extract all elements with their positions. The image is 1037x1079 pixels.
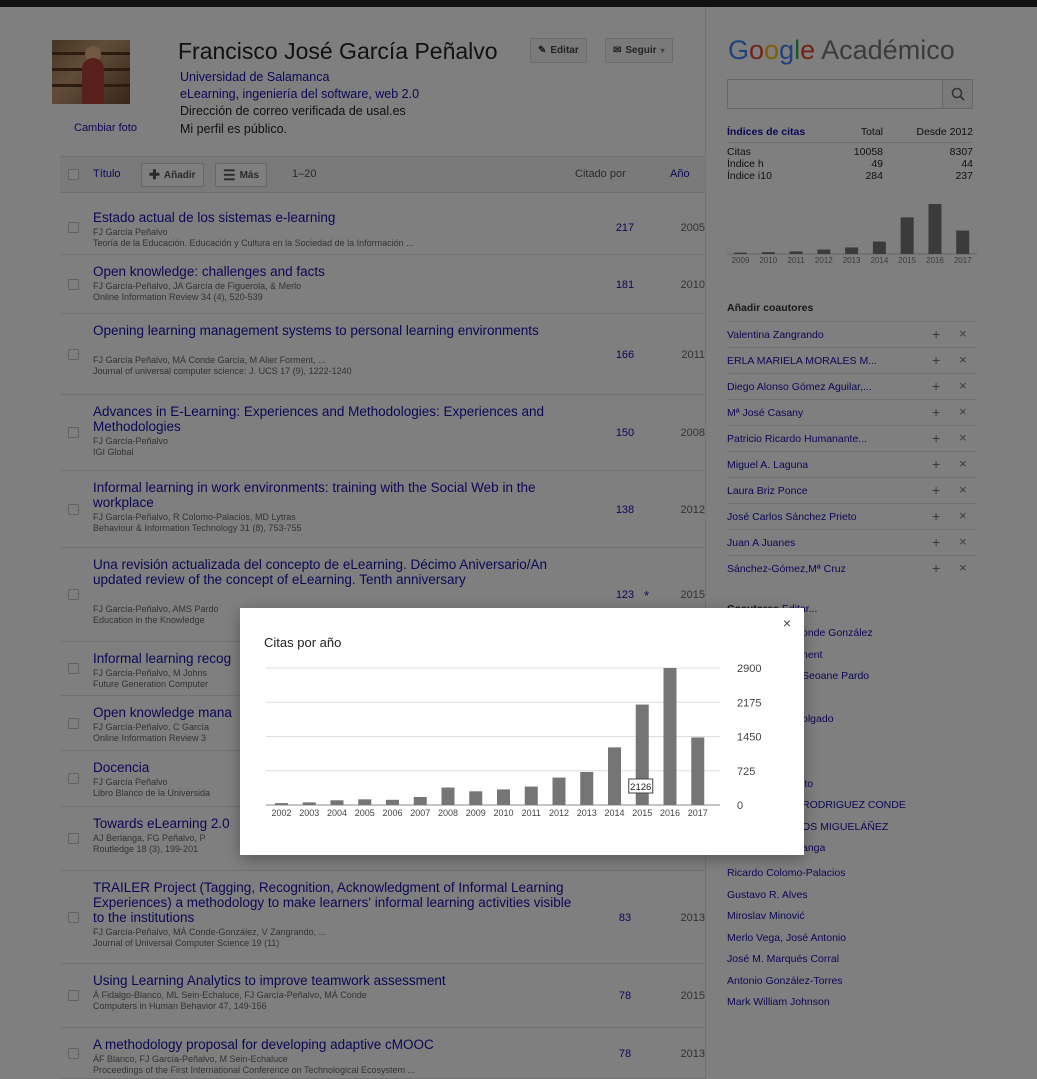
y-tick-label: 2900 [737,663,761,675]
x-tick-label: 2013 [577,808,597,818]
x-tick-label: 2007 [410,808,430,818]
bar-2008[interactable] [441,787,455,805]
bar-2011[interactable] [524,786,538,805]
x-tick-label: 2002 [271,808,291,818]
x-tick-label: 2011 [522,808,541,818]
bar-2006[interactable] [386,799,399,805]
x-tick-label: 2005 [355,808,375,818]
x-tick-label: 2017 [688,808,708,818]
x-tick-label: 2006 [382,808,402,818]
x-tick-label: 2008 [438,808,458,818]
x-tick-label: 2009 [466,808,486,818]
y-tick-label: 0 [737,800,743,812]
bar-2010[interactable] [497,789,510,805]
x-tick-label: 2016 [660,808,680,818]
bar-2012[interactable] [552,777,566,805]
bar-2017[interactable] [691,737,705,805]
bar-2005[interactable] [358,799,372,805]
bar-2004[interactable] [330,800,344,805]
x-tick-label: 2015 [632,808,652,818]
bar-2007[interactable] [413,796,427,805]
bar-2009[interactable] [469,791,483,805]
x-tick-label: 2003 [299,808,319,818]
x-tick-label: 2012 [549,808,569,818]
bar-2016[interactable] [663,668,677,805]
x-tick-label: 2004 [327,808,347,818]
y-tick-label: 2175 [737,697,761,709]
modal-backdrop[interactable] [0,0,1037,1079]
bar-2014[interactable] [608,747,621,805]
bar-2003[interactable] [302,802,316,805]
x-tick-label: 2010 [493,808,513,818]
bar-2002[interactable] [275,803,288,805]
y-tick-label: 1450 [737,732,761,744]
citations-bar-chart: 0 725 1450 2175 2900 2002 2003 2004 2005 2006 2007… [266,663,761,818]
y-tick-label: 725 [737,766,755,778]
citations-per-year-dialog: × Citas por año 0 725 1450 2175 2900 2002 2003… [240,608,804,855]
bar-2013[interactable] [580,771,594,805]
tooltip-value: 2126 [630,782,651,793]
x-tick-label: 2014 [604,808,624,818]
